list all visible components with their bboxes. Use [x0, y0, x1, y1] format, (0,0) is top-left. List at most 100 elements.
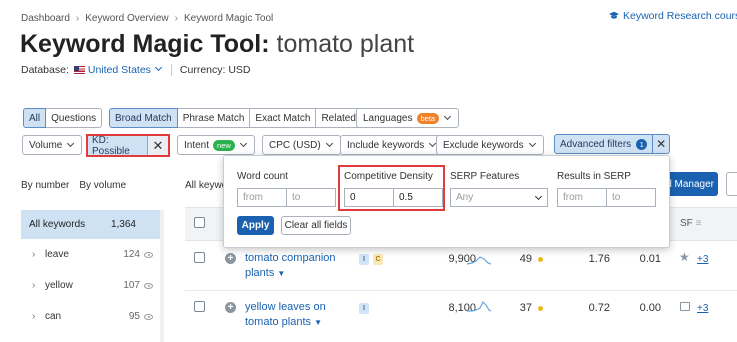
exact-match-button[interactable]: Exact Match [249, 108, 317, 128]
breadcrumb-separator: › [75, 12, 80, 24]
serp-features-select[interactable]: Any [450, 188, 548, 207]
trend-sparkline [467, 300, 492, 312]
chevron-down-icon [444, 112, 452, 121]
database-label: Database: [21, 64, 69, 76]
competition-cell: 0.01 [639, 253, 661, 265]
serp-features-more-link[interactable]: +3 [697, 254, 708, 265]
cpc-filter-label: CPC (USD) [269, 139, 321, 151]
cpc-filter[interactable]: CPC (USD) [262, 135, 341, 155]
keyword-line: yellow leaves on [245, 301, 326, 313]
tab-by-number[interactable]: By number [21, 180, 69, 191]
kd-indicator-dot [538, 306, 543, 311]
database-value: United States [87, 64, 151, 76]
chevron-right-icon: › [32, 280, 36, 291]
breadcrumb-keyword-overview[interactable]: Keyword Overview [85, 13, 168, 24]
group-count: 124 [123, 249, 140, 260]
intent-filter-label: Intent [184, 139, 210, 151]
row-divider [185, 290, 737, 291]
exclude-keywords-filter[interactable]: Exclude keywords [436, 135, 544, 155]
caret-down-icon: ▼ [277, 269, 286, 278]
add-to-list-icon[interactable]: + [225, 253, 236, 264]
row-checkbox[interactable] [194, 301, 205, 312]
tab-questions[interactable]: Questions [45, 108, 103, 128]
word-count-label: Word count [237, 171, 288, 182]
volume-filter-label: Volume [29, 139, 63, 151]
clear-all-fields-button[interactable]: Clear all fields [281, 216, 351, 235]
serp-features-label: SERP Features [450, 171, 520, 182]
page-title-query: tomato plant [276, 30, 415, 58]
keyword-link[interactable]: yellow leaves on tomato plants ▼ [245, 300, 326, 330]
tab-all[interactable]: All [23, 108, 47, 128]
breadcrumb-keyword-magic-tool[interactable]: Keyword Magic Tool [184, 13, 273, 24]
group-item[interactable]: › yellow 107 [21, 270, 163, 301]
currency-label: Currency: USD [179, 64, 251, 76]
group-all-label: All keywords [29, 219, 86, 230]
keyword-link[interactable]: tomato companion plants ▼ [245, 251, 336, 281]
chevron-down-icon [67, 139, 75, 148]
include-keywords-label: Include keywords [347, 139, 425, 151]
select-all-checkbox[interactable] [194, 217, 205, 228]
competitive-density-to-input[interactable]: 0.5 [393, 188, 443, 207]
sf-column-header[interactable]: SF ≡ [680, 218, 701, 229]
intent-tag-informational: I [359, 254, 369, 265]
course-link-label: Keyword Research course [623, 10, 737, 22]
competitive-density-label: Competitive Density [344, 171, 433, 182]
keyword-line-text: plants [245, 267, 275, 279]
eye-icon[interactable] [144, 282, 153, 289]
word-count-from-input[interactable]: from [237, 188, 287, 207]
advanced-filters-button[interactable]: Advanced filters 1 [554, 134, 654, 154]
sf-header-label: SF [680, 218, 693, 229]
divider [170, 64, 172, 76]
phrase-match-button[interactable]: Phrase Match [176, 108, 251, 128]
related-button[interactable]: Related [315, 108, 362, 128]
include-keywords-filter[interactable]: Include keywords [340, 135, 445, 155]
volume-filter[interactable]: Volume [22, 135, 83, 155]
kd-filter-label[interactable]: KD: Possible [88, 135, 148, 157]
languages-dropdown[interactable]: Languages beta [356, 108, 460, 128]
group-item[interactable]: › leave 124 [21, 239, 163, 270]
star-icon: ★ [679, 250, 690, 264]
chevron-down-icon [528, 139, 536, 148]
chevron-down-icon [534, 192, 543, 200]
keyword-research-course-link[interactable]: Keyword Research course [609, 10, 737, 22]
serp-features-more-link[interactable]: +3 [697, 303, 708, 314]
keyword-line: tomato plants ▼ [245, 315, 326, 330]
group-count: 107 [123, 280, 140, 291]
new-badge: new [213, 139, 235, 151]
group-item[interactable]: › can 95 [21, 301, 163, 332]
database-select[interactable]: United States [87, 63, 163, 76]
tab-by-volume[interactable]: By volume [79, 180, 126, 191]
us-flag-icon [73, 66, 85, 74]
breadcrumb-separator: › [174, 12, 178, 24]
results-in-serp-to-input[interactable]: to [606, 188, 656, 207]
eye-icon[interactable] [144, 313, 153, 320]
row-checkbox[interactable] [194, 252, 205, 263]
keyword-groups-panel: All keywords 1,364 › leave 124 › yellow … [21, 210, 164, 342]
page-title: Keyword Magic Tool: tomato plant [20, 30, 414, 59]
group-name: leave [45, 249, 69, 260]
broad-match-button[interactable]: Broad Match [109, 108, 178, 128]
competitive-density-from-input[interactable]: 0 [344, 188, 394, 207]
caret-down-icon: ▼ [314, 318, 323, 327]
close-icon[interactable]: ✕ [148, 136, 168, 155]
export-button[interactable] [726, 172, 737, 196]
close-icon[interactable]: ✕ [653, 134, 671, 154]
group-all-count: 1,364 [110, 219, 136, 230]
intent-filter[interactable]: Intent new [177, 135, 255, 155]
kd-filter-chip[interactable]: KD: Possible ✕ [86, 134, 170, 157]
results-in-serp-label: Results in SERP [557, 171, 631, 182]
keyword-line-text: tomato plants [245, 316, 312, 328]
graduation-cap-icon [609, 11, 619, 19]
results-in-serp-from-input[interactable]: from [557, 188, 607, 207]
group-count: 95 [128, 311, 140, 322]
add-to-list-icon[interactable]: + [225, 302, 236, 313]
chevron-right-icon: › [32, 311, 36, 322]
group-all-keywords[interactable]: All keywords 1,364 [21, 210, 163, 239]
apply-button[interactable]: Apply [237, 216, 274, 235]
page-title-tool: Keyword Magic Tool: [20, 30, 270, 58]
side-scrollbar[interactable] [160, 210, 164, 342]
advanced-filters-chip[interactable]: Advanced filters 1 ✕ [554, 134, 671, 154]
word-count-to-input[interactable]: to [286, 188, 336, 207]
breadcrumb-dashboard[interactable]: Dashboard [21, 13, 70, 24]
eye-icon[interactable] [144, 251, 153, 258]
